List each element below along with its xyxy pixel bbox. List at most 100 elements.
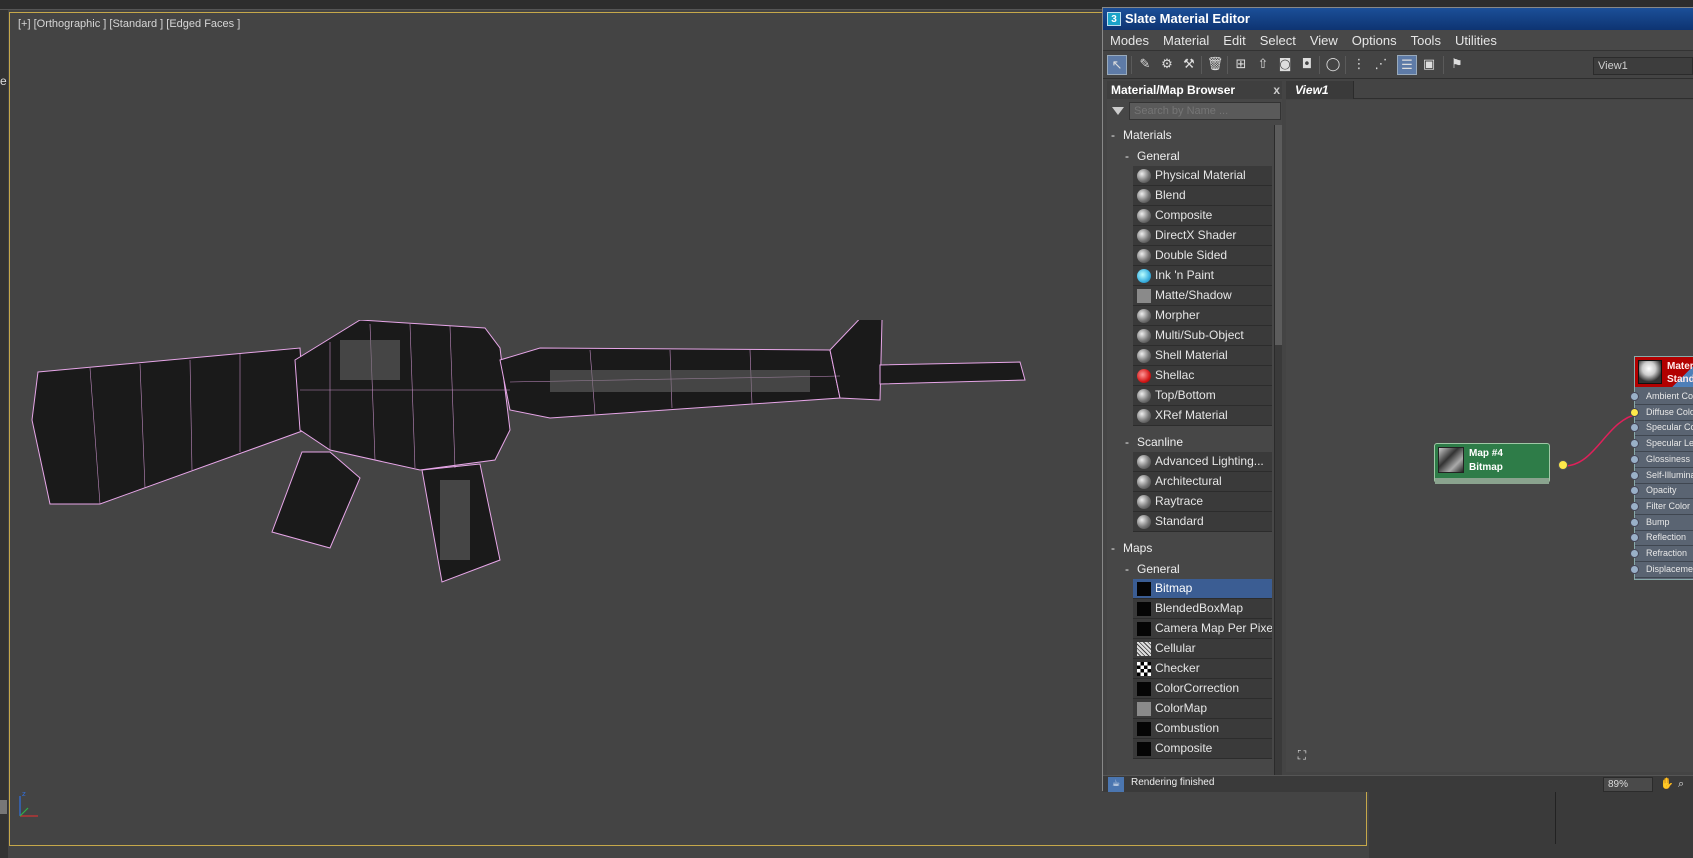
slot-input-port[interactable] bbox=[1630, 392, 1639, 401]
material-slot[interactable]: Specular Level bbox=[1630, 436, 1693, 453]
layout-all-icon[interactable]: ⋮ bbox=[1349, 55, 1369, 75]
material-item[interactable]: XRef Material bbox=[1133, 406, 1272, 426]
show-map-icon[interactable]: ◙ bbox=[1275, 55, 1295, 75]
material-node[interactable]: Material #30 Standard — Ambient ColorDif… bbox=[1630, 356, 1693, 580]
sphere-icon bbox=[1137, 409, 1151, 423]
rifle-model[interactable] bbox=[30, 320, 1110, 640]
slot-input-port[interactable] bbox=[1630, 470, 1639, 480]
material-item[interactable]: Blend bbox=[1133, 186, 1272, 206]
select-by-material-icon[interactable]: ⚑ bbox=[1447, 55, 1467, 75]
map-item[interactable]: ColorCorrection bbox=[1133, 679, 1272, 699]
map-item[interactable]: BlendedBoxMap bbox=[1133, 599, 1272, 619]
material-slot[interactable]: Specular Color bbox=[1630, 420, 1693, 437]
group-materials[interactable]: - Materials bbox=[1107, 125, 1272, 146]
material-slot[interactable]: Opacity bbox=[1630, 483, 1693, 500]
material-slot[interactable]: Bump bbox=[1630, 515, 1693, 531]
menu-utilities[interactable]: Utilities bbox=[1448, 30, 1504, 51]
show-background-icon[interactable]: ◘ bbox=[1297, 55, 1317, 75]
zoom-icon[interactable]: ⌕ bbox=[1678, 777, 1684, 791]
eyedropper-icon[interactable]: ✎ bbox=[1135, 55, 1155, 75]
slot-input-port[interactable] bbox=[1630, 454, 1639, 464]
scanline-material-item[interactable]: Raytrace bbox=[1133, 492, 1272, 512]
slot-input-port[interactable] bbox=[1630, 517, 1639, 527]
subgroup-general[interactable]: - General bbox=[1107, 146, 1272, 166]
material-item[interactable]: Ink 'n Paint bbox=[1133, 266, 1272, 286]
subgroup-maps-general[interactable]: - General bbox=[1107, 559, 1272, 579]
node-name: Material #30 bbox=[1667, 361, 1693, 372]
put-to-scene-icon[interactable]: ⚒ bbox=[1179, 55, 1199, 75]
material-slot[interactable]: Diffuse Color bbox=[1630, 405, 1693, 421]
map-item[interactable]: Bitmap bbox=[1133, 579, 1272, 599]
slot-input-port[interactable] bbox=[1630, 564, 1639, 574]
material-item[interactable]: Shell Material bbox=[1133, 346, 1272, 366]
slot-input-port[interactable] bbox=[1630, 486, 1639, 496]
close-icon[interactable]: x bbox=[1273, 81, 1280, 99]
menu-edit[interactable]: Edit bbox=[1216, 30, 1252, 51]
layout-icon[interactable]: ⊞ bbox=[1231, 55, 1251, 75]
material-slot[interactable]: Displacement bbox=[1630, 562, 1693, 578]
window-titlebar[interactable]: 3 Slate Material Editor bbox=[1103, 8, 1693, 30]
material-slot[interactable]: Reflection bbox=[1630, 530, 1693, 547]
material-slot[interactable]: Filter Color bbox=[1630, 499, 1693, 515]
select-tool-icon[interactable]: ↖ bbox=[1107, 55, 1127, 75]
node-view[interactable]: Map #4 Bitmap Material #30 Standard — Am… bbox=[1286, 100, 1693, 772]
subgroup-scanline[interactable]: - Scanline bbox=[1107, 432, 1272, 452]
material-item[interactable]: DirectX Shader bbox=[1133, 226, 1272, 246]
slot-input-port[interactable] bbox=[1630, 407, 1639, 417]
material-slot[interactable]: Glossiness bbox=[1630, 452, 1693, 468]
material-slot[interactable]: Ambient Color bbox=[1630, 389, 1693, 405]
tab-view1[interactable]: View1 bbox=[1286, 81, 1354, 99]
material-item-label: Morpher bbox=[1155, 308, 1200, 322]
navigator-icon[interactable]: ⛶ bbox=[1294, 748, 1310, 764]
viewport-label[interactable]: [+] [Orthographic ] [Standard ] [Edged F… bbox=[18, 18, 240, 30]
menu-view[interactable]: View bbox=[1303, 30, 1345, 51]
material-item[interactable]: Composite bbox=[1133, 206, 1272, 226]
material-item[interactable]: Morpher bbox=[1133, 306, 1272, 326]
material-item[interactable]: Matte/Shadow bbox=[1133, 286, 1272, 306]
parameter-editor-toggle-icon[interactable]: ▣ bbox=[1419, 55, 1439, 75]
delete-icon[interactable]: 🗑 bbox=[1205, 55, 1225, 75]
menu-material[interactable]: Material bbox=[1156, 30, 1216, 51]
map-item[interactable]: Combustion bbox=[1133, 719, 1272, 739]
slate-material-editor-window[interactable]: 3 Slate Material Editor Modes Material Edi… bbox=[1102, 7, 1693, 792]
slot-input-port[interactable] bbox=[1630, 549, 1639, 558]
move-children-icon[interactable]: ⇧ bbox=[1253, 55, 1273, 75]
zoom-dropdown[interactable]: 89% bbox=[1603, 777, 1653, 792]
material-browser-toggle-icon[interactable]: ☰ bbox=[1397, 55, 1417, 75]
menu-select[interactable]: Select bbox=[1253, 30, 1303, 51]
map-item[interactable]: Composite bbox=[1133, 739, 1272, 759]
map-item[interactable]: Checker bbox=[1133, 659, 1272, 679]
slot-input-port[interactable] bbox=[1630, 439, 1639, 449]
group-maps[interactable]: - Maps bbox=[1107, 538, 1272, 559]
sample-type-icon[interactable]: ◯ bbox=[1323, 55, 1343, 75]
assign-material-icon[interactable]: ⚙ bbox=[1157, 55, 1177, 75]
menu-modes[interactable]: Modes bbox=[1103, 30, 1156, 51]
slot-input-port[interactable] bbox=[1630, 501, 1639, 511]
menu-tools[interactable]: Tools bbox=[1404, 30, 1448, 51]
pan-hand-icon[interactable]: ✋ bbox=[1660, 777, 1674, 790]
map-item[interactable]: ColorMap bbox=[1133, 699, 1272, 719]
scrollbar-thumb[interactable] bbox=[1275, 125, 1282, 345]
scanline-material-item[interactable]: Standard bbox=[1133, 512, 1272, 532]
slot-input-port[interactable] bbox=[1630, 423, 1639, 433]
scanline-material-item[interactable]: Architectural bbox=[1133, 472, 1272, 492]
material-slot[interactable]: Self-Illumination bbox=[1630, 468, 1693, 484]
layout-children-icon[interactable]: ⋰ bbox=[1371, 55, 1391, 75]
slot-input-port[interactable] bbox=[1630, 533, 1639, 543]
scanline-material-item[interactable]: Advanced Lighting... bbox=[1133, 452, 1272, 472]
material-item[interactable]: Top/Bottom bbox=[1133, 386, 1272, 406]
menu-options[interactable]: Options bbox=[1345, 30, 1404, 51]
material-item[interactable]: Double Sided bbox=[1133, 246, 1272, 266]
search-input[interactable] bbox=[1129, 102, 1281, 120]
browser-scrollbar[interactable] bbox=[1274, 125, 1282, 775]
material-slot[interactable]: Refraction bbox=[1630, 546, 1693, 562]
map-item[interactable]: Camera Map Per Pixel bbox=[1133, 619, 1272, 639]
bitmap-output-port[interactable] bbox=[1558, 460, 1568, 470]
material-item[interactable]: Shellac bbox=[1133, 366, 1272, 386]
material-item[interactable]: Physical Material bbox=[1133, 166, 1272, 186]
material-item[interactable]: Multi/Sub-Object bbox=[1133, 326, 1272, 346]
map-item[interactable]: Cellular bbox=[1133, 639, 1272, 659]
view-dropdown[interactable]: View1 bbox=[1593, 57, 1693, 75]
search-options-icon[interactable] bbox=[1112, 107, 1124, 115]
bitmap-node[interactable]: Map #4 Bitmap bbox=[1434, 443, 1550, 484]
